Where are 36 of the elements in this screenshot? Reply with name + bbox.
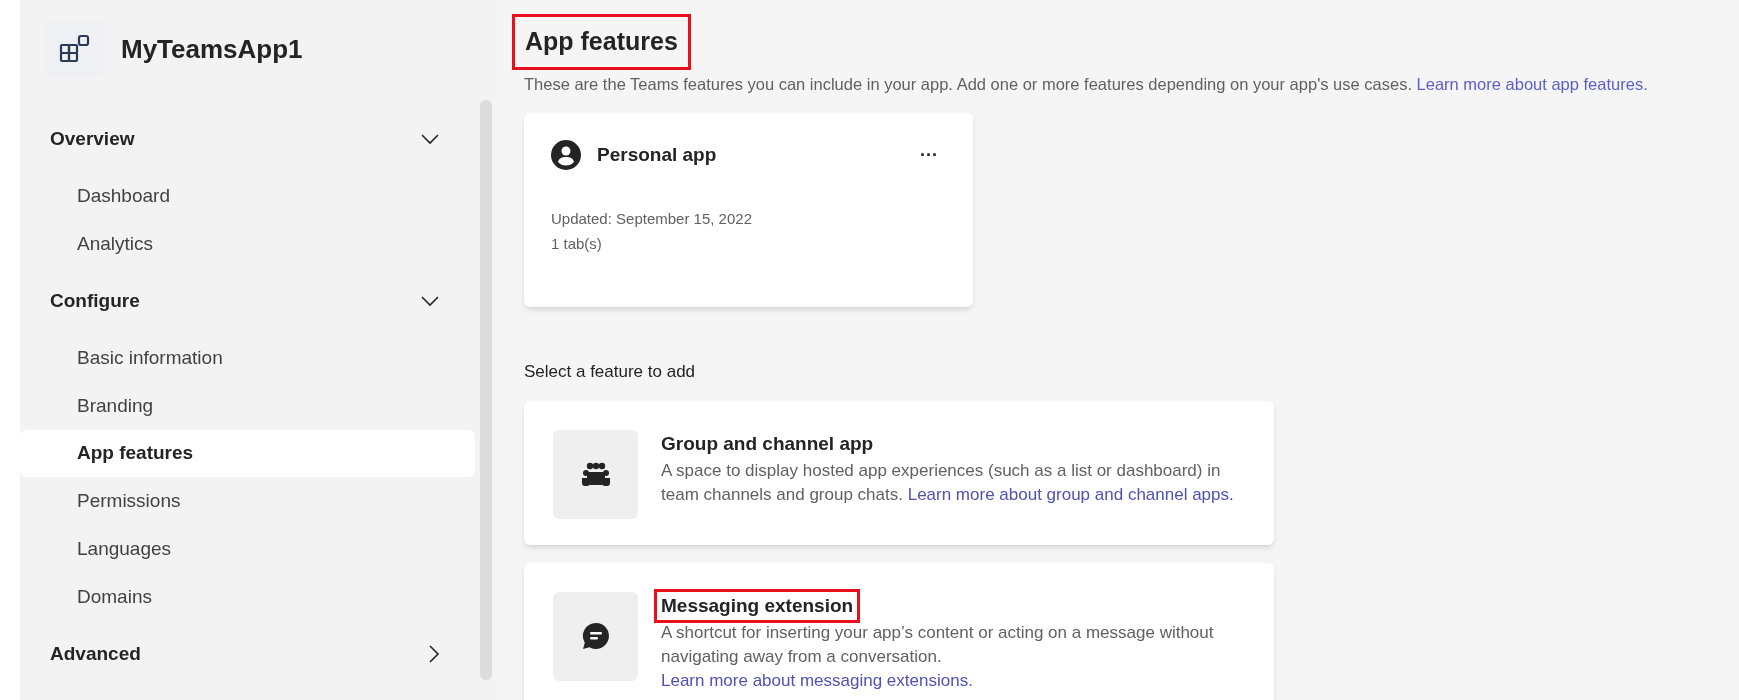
- feature-option-card[interactable]: Messaging extension A shortcut for inserting your app’s content or acting on a message without navigating away from a conversation. Learn more about messaging extensions.: [524, 562, 1274, 700]
- chat-bubble-icon: [580, 621, 611, 652]
- page-description: These are the Teams features you can include in your app. Add one or more features depending on your app's use cases. Learn more about app features.: [524, 73, 1649, 95]
- section-header[interactable]: Configure: [50, 286, 140, 316]
- nav-item[interactable]: Domains: [20, 573, 475, 621]
- chevron-down-icon[interactable]: [420, 295, 440, 307]
- updated-date: Updated: September 15, 2022: [551, 209, 753, 230]
- nav-item[interactable]: App features: [20, 430, 475, 477]
- app-title: MyTeamsApp1: [121, 32, 303, 66]
- card-title: Personal app: [597, 143, 718, 167]
- more-options-button[interactable]: ···: [912, 141, 946, 169]
- feature-title: Group and channel app: [660, 431, 875, 456]
- nav-item[interactable]: Analytics: [20, 220, 475, 268]
- feature-description: A space to display hosted app experiences (such as a list or dashboard) in team channels and group chats. Learn more about group and channel apps.: [661, 460, 1235, 507]
- learn-more-link[interactable]: Learn more about app features.: [1416, 74, 1648, 93]
- nav-item[interactable]: Permissions: [20, 477, 475, 525]
- chevron-down-icon[interactable]: [420, 133, 440, 145]
- feature-description: A shortcut for inserting your app’s content or acting on a message without navigating away from a conversation. Learn more about messaging extensions.: [661, 622, 1215, 693]
- learn-more-link[interactable]: Learn more about group and channel apps.: [907, 485, 1234, 505]
- nav-item[interactable]: Languages: [20, 525, 475, 573]
- nav-item[interactable]: Dashboard: [20, 172, 475, 220]
- section-header[interactable]: Overview: [50, 124, 135, 154]
- tab-count: 1 tab(s): [551, 233, 603, 254]
- feature-option-card[interactable]: Group and channel app A space to display hosted app experiences (such as a list or dashboard) in team channels and group chats. Learn more about group and channel apps.: [524, 400, 1274, 545]
- feature-card[interactable]: Personal app ··· Updated: September 15, 2022 1 tab(s): [524, 113, 973, 308]
- section-heading: Select a feature to add: [524, 361, 697, 384]
- learn-more-link[interactable]: Learn more about messaging extensions.: [661, 671, 973, 691]
- page-title: App features: [512, 14, 691, 70]
- person-icon: [551, 140, 581, 171]
- chevron-right-icon[interactable]: [428, 644, 440, 664]
- people-group-icon: [580, 461, 611, 488]
- section-header[interactable]: Advanced: [50, 639, 141, 669]
- nav-item[interactable]: Branding: [20, 382, 475, 430]
- app-icon: [58, 33, 92, 65]
- nav-item[interactable]: Basic information: [20, 334, 475, 382]
- feature-title: Messaging extension: [654, 588, 861, 624]
